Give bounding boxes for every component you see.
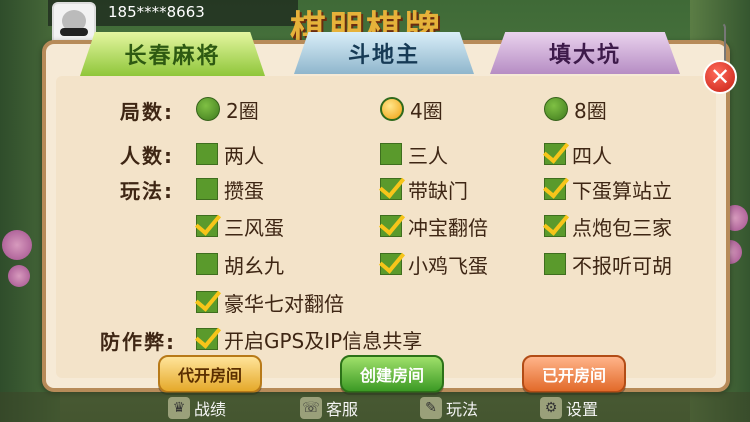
close-button[interactable]: ✕: [703, 60, 737, 94]
checkbox-checked-icon: [196, 328, 218, 350]
rule-option[interactable]: 三风蛋: [196, 213, 284, 240]
headset-icon: ☏: [300, 397, 322, 419]
rule-option[interactable]: 冲宝翻倍: [380, 213, 488, 240]
checkbox-icon: [544, 253, 566, 275]
flower-decoration: [8, 265, 30, 287]
rule-option[interactable]: 胡幺九: [196, 251, 284, 278]
checkbox-icon: [380, 143, 402, 165]
gear-icon: ⚙: [540, 397, 562, 419]
rule-option[interactable]: 攒蛋: [196, 176, 264, 203]
checkbox-checked-icon: [380, 215, 402, 237]
checkbox-checked-icon: [380, 253, 402, 275]
round-option-8[interactable]: 8圈: [544, 96, 607, 123]
anticheat-option[interactable]: 开启GPS及IP信息共享: [196, 326, 422, 353]
bottom-record[interactable]: ♛ 战绩: [168, 396, 226, 420]
tab-tiandakeng[interactable]: 填大坑: [490, 32, 680, 74]
rule-option[interactable]: 不报听可胡: [544, 251, 672, 278]
round-option-4[interactable]: 4圈: [380, 96, 443, 123]
checkbox-icon: [196, 253, 218, 275]
tab-doudizhu[interactable]: 斗地主: [294, 32, 474, 74]
book-icon: ✎: [420, 397, 442, 419]
checkbox-checked-icon: [196, 291, 218, 313]
players-option-three[interactable]: 三人: [380, 141, 448, 168]
checkbox-icon: [196, 143, 218, 165]
rule-option[interactable]: 小鸡飞蛋: [380, 251, 488, 278]
bottom-bar: [0, 392, 750, 422]
players-label: 人数:: [120, 144, 174, 168]
bottom-service[interactable]: ☏ 客服: [300, 396, 358, 420]
radio-selected-icon: [380, 97, 404, 121]
tab-changchun-mahjong[interactable]: 长春麻将: [80, 32, 265, 76]
radio-icon: [544, 97, 568, 121]
bottom-settings[interactable]: ⚙ 设置: [540, 396, 598, 420]
bottom-rules[interactable]: ✎ 玩法: [420, 396, 478, 420]
flower-decoration: [2, 230, 32, 260]
checkbox-checked-icon: [544, 215, 566, 237]
checkbox-checked-icon: [544, 143, 566, 165]
checkbox-checked-icon: [544, 178, 566, 200]
radio-icon: [196, 97, 220, 121]
rule-option[interactable]: 带缺门: [380, 176, 468, 203]
opened-rooms-button[interactable]: 已开房间: [522, 355, 626, 393]
players-option-two[interactable]: 两人: [196, 141, 264, 168]
proxy-room-button[interactable]: 代开房间: [158, 355, 262, 393]
rounds-label: 局数:: [120, 100, 174, 124]
checkbox-icon: [196, 178, 218, 200]
create-room-button[interactable]: 创建房间: [340, 355, 444, 393]
rules-label: 玩法:: [120, 179, 174, 203]
checkbox-checked-icon: [196, 215, 218, 237]
round-option-2[interactable]: 2圈: [196, 96, 259, 123]
anticheat-label: 防作弊:: [100, 330, 176, 354]
user-phone: 185****8663: [108, 3, 205, 21]
players-option-four[interactable]: 四人: [544, 141, 612, 168]
rule-option[interactable]: 点炮包三家: [544, 213, 672, 240]
rule-option[interactable]: 下蛋算站立: [544, 176, 672, 203]
trophy-icon: ♛: [168, 397, 190, 419]
checkbox-checked-icon: [380, 178, 402, 200]
rule-option[interactable]: 豪华七对翻倍: [196, 289, 344, 316]
